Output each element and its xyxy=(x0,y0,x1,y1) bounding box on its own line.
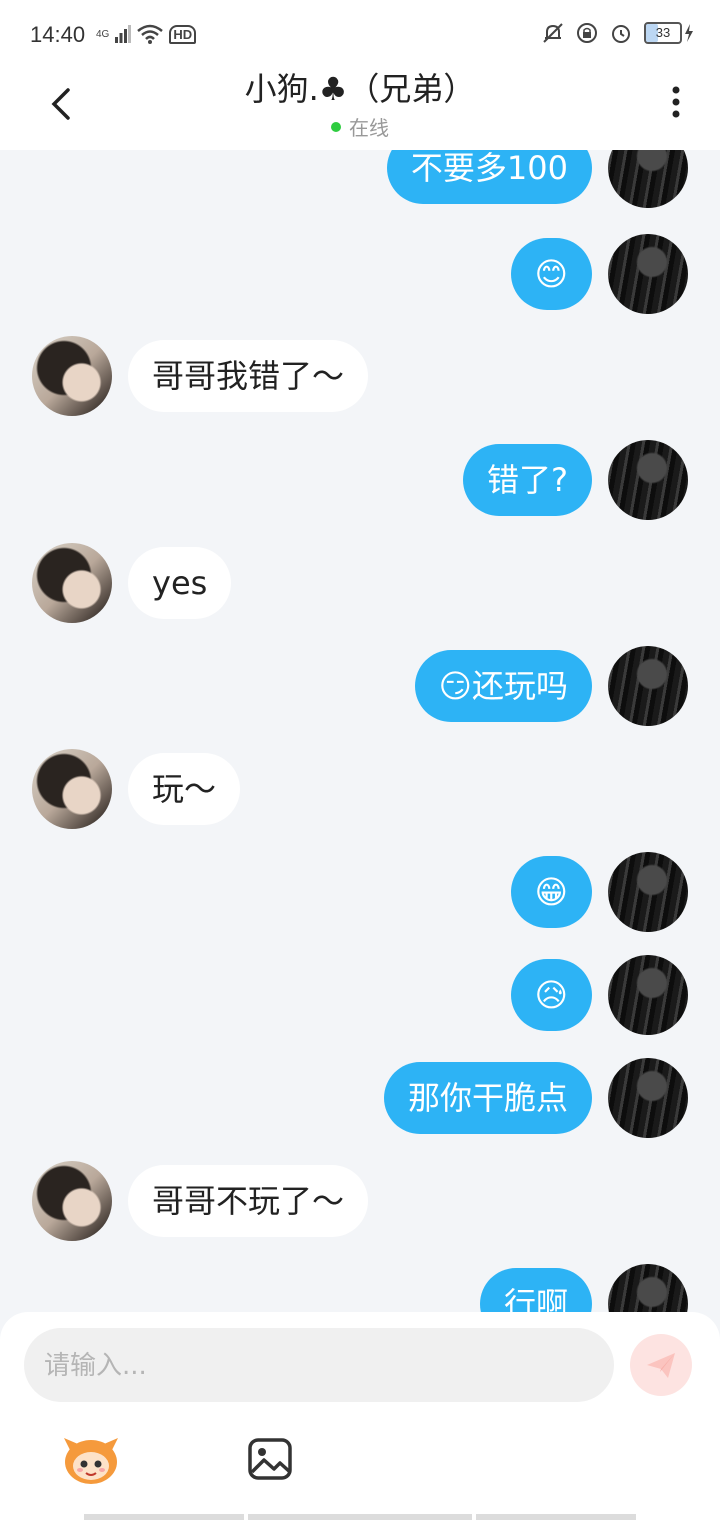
hd-icon: HD xyxy=(169,24,197,44)
contact-avatar[interactable] xyxy=(32,1161,112,1241)
bottom-divider xyxy=(476,1514,636,1520)
online-dot-icon xyxy=(331,121,341,132)
alarm-icon xyxy=(612,25,630,43)
my-avatar[interactable] xyxy=(608,440,688,520)
message-row: 不要多100 xyxy=(0,150,720,212)
message-row: 那你干脆点 xyxy=(0,1058,720,1142)
message-row: 😥 xyxy=(0,955,720,1039)
contact-message-bubble[interactable]: yes xyxy=(128,547,232,619)
contact-avatar[interactable] xyxy=(32,543,112,623)
message-row: 错了? xyxy=(0,440,720,524)
contact-message-bubble[interactable]: 哥哥我错了～ xyxy=(128,340,369,412)
contact-message-bubble[interactable]: 玩～ xyxy=(128,753,241,825)
message-input[interactable] xyxy=(42,1328,596,1404)
message-row: 玩～ xyxy=(0,749,720,833)
status-bar: 14:40 4G HD 33 xyxy=(0,0,720,70)
contact-avatar[interactable] xyxy=(32,749,112,829)
my-message-bubble[interactable]: 😥 xyxy=(510,959,592,1031)
message-row: 😏还玩吗 xyxy=(0,646,720,730)
status-right-icons: 33 xyxy=(542,22,694,44)
my-avatar[interactable] xyxy=(608,1058,688,1138)
my-avatar[interactable] xyxy=(608,1264,688,1312)
lock-rotation-icon xyxy=(577,23,597,43)
bottom-divider xyxy=(248,1514,472,1520)
message-row: 行啊 xyxy=(0,1264,720,1312)
message-row: yes xyxy=(0,543,720,627)
contact-avatar[interactable] xyxy=(32,336,112,416)
chat-header: 小狗.♣（兄弟） 在线 xyxy=(0,70,720,150)
message-row: 😁 xyxy=(0,852,720,936)
battery-indicator: 33 xyxy=(644,22,682,44)
online-status-label: 在线 xyxy=(349,116,389,140)
contact-name: 小狗.♣（兄弟） xyxy=(244,70,476,108)
charging-icon xyxy=(685,24,693,42)
my-message-bubble[interactable]: 😁 xyxy=(510,856,592,928)
status-time: 14:40 xyxy=(30,22,86,47)
image-icon[interactable] xyxy=(246,1436,294,1482)
my-avatar[interactable] xyxy=(608,234,688,314)
network-label: 4G xyxy=(96,28,110,40)
my-message-bubble[interactable]: 行啊 xyxy=(479,1268,592,1312)
status-left-icons: 4G HD xyxy=(96,24,197,44)
wifi-icon xyxy=(137,24,164,44)
my-message-bubble[interactable]: 不要多100 xyxy=(386,150,592,204)
send-icon xyxy=(647,1353,675,1378)
my-message-bubble[interactable]: 😊 xyxy=(510,238,592,310)
my-avatar[interactable] xyxy=(608,852,688,932)
my-message-bubble[interactable]: 那你干脆点 xyxy=(383,1062,592,1134)
contact-message-bubble[interactable]: 哥哥不玩了～ xyxy=(128,1165,369,1237)
message-row: 哥哥不玩了～ xyxy=(0,1161,720,1245)
chat-title-area: 小狗.♣（兄弟） 在线 xyxy=(0,70,720,141)
message-row: 哥哥我错了～ xyxy=(0,336,720,420)
online-status: 在线 xyxy=(0,112,720,141)
message-composer xyxy=(0,1312,720,1520)
more-vertical-icon[interactable] xyxy=(666,82,686,122)
send-button[interactable] xyxy=(630,1334,692,1396)
mute-bell-icon xyxy=(543,23,563,43)
my-avatar[interactable] xyxy=(608,646,688,726)
mascot-icon[interactable] xyxy=(60,1432,122,1486)
my-message-bubble[interactable]: 😏还玩吗 xyxy=(414,650,592,722)
my-avatar[interactable] xyxy=(608,150,688,208)
message-input-box[interactable] xyxy=(24,1328,614,1404)
bottom-divider xyxy=(84,1514,244,1520)
signal-icon xyxy=(115,25,132,43)
chat-messages[interactable]: 不要多100 😊 哥哥我错了～ 错了? yes 😏还玩吗 玩～ 😁 😥 那你干脆… xyxy=(0,150,720,1312)
message-row: 😊 xyxy=(0,234,720,318)
my-message-bubble[interactable]: 错了? xyxy=(463,444,592,516)
my-avatar[interactable] xyxy=(608,955,688,1035)
